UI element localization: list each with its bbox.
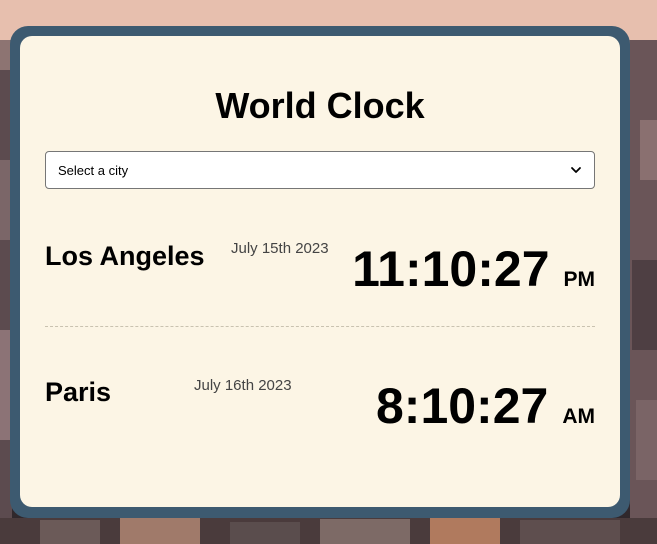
- city-period: PM: [563, 268, 596, 291]
- city-select-wrapper: Select a city: [45, 151, 595, 189]
- city-name: Paris: [45, 377, 112, 407]
- world-clock-card: World Clock Select a city Los Angeles Ju…: [20, 36, 620, 507]
- city-time: 11:10:27: [352, 241, 550, 297]
- city-period: AM: [562, 405, 595, 428]
- city-divider: [45, 326, 595, 327]
- city-date: July 15th 2023: [231, 240, 329, 257]
- city-time: 8:10:27: [375, 378, 549, 434]
- city-time-group: 8:10:27 AM: [376, 378, 595, 434]
- city-select-value: Select a city: [58, 162, 129, 178]
- chevron-down-icon: [571, 167, 581, 173]
- city-row-paris: Paris July 16th 2023 8:10:27 AM: [45, 368, 595, 448]
- city-select[interactable]: Select a city: [45, 151, 595, 189]
- city-row-los-angeles: Los Angeles July 15th 2023 11:10:27 PM: [45, 231, 595, 311]
- page-title: World Clock: [215, 85, 425, 126]
- city-name: Los Angeles: [45, 241, 205, 271]
- city-time-group: 11:10:27 PM: [352, 241, 595, 297]
- city-date: July 16th 2023: [194, 377, 292, 394]
